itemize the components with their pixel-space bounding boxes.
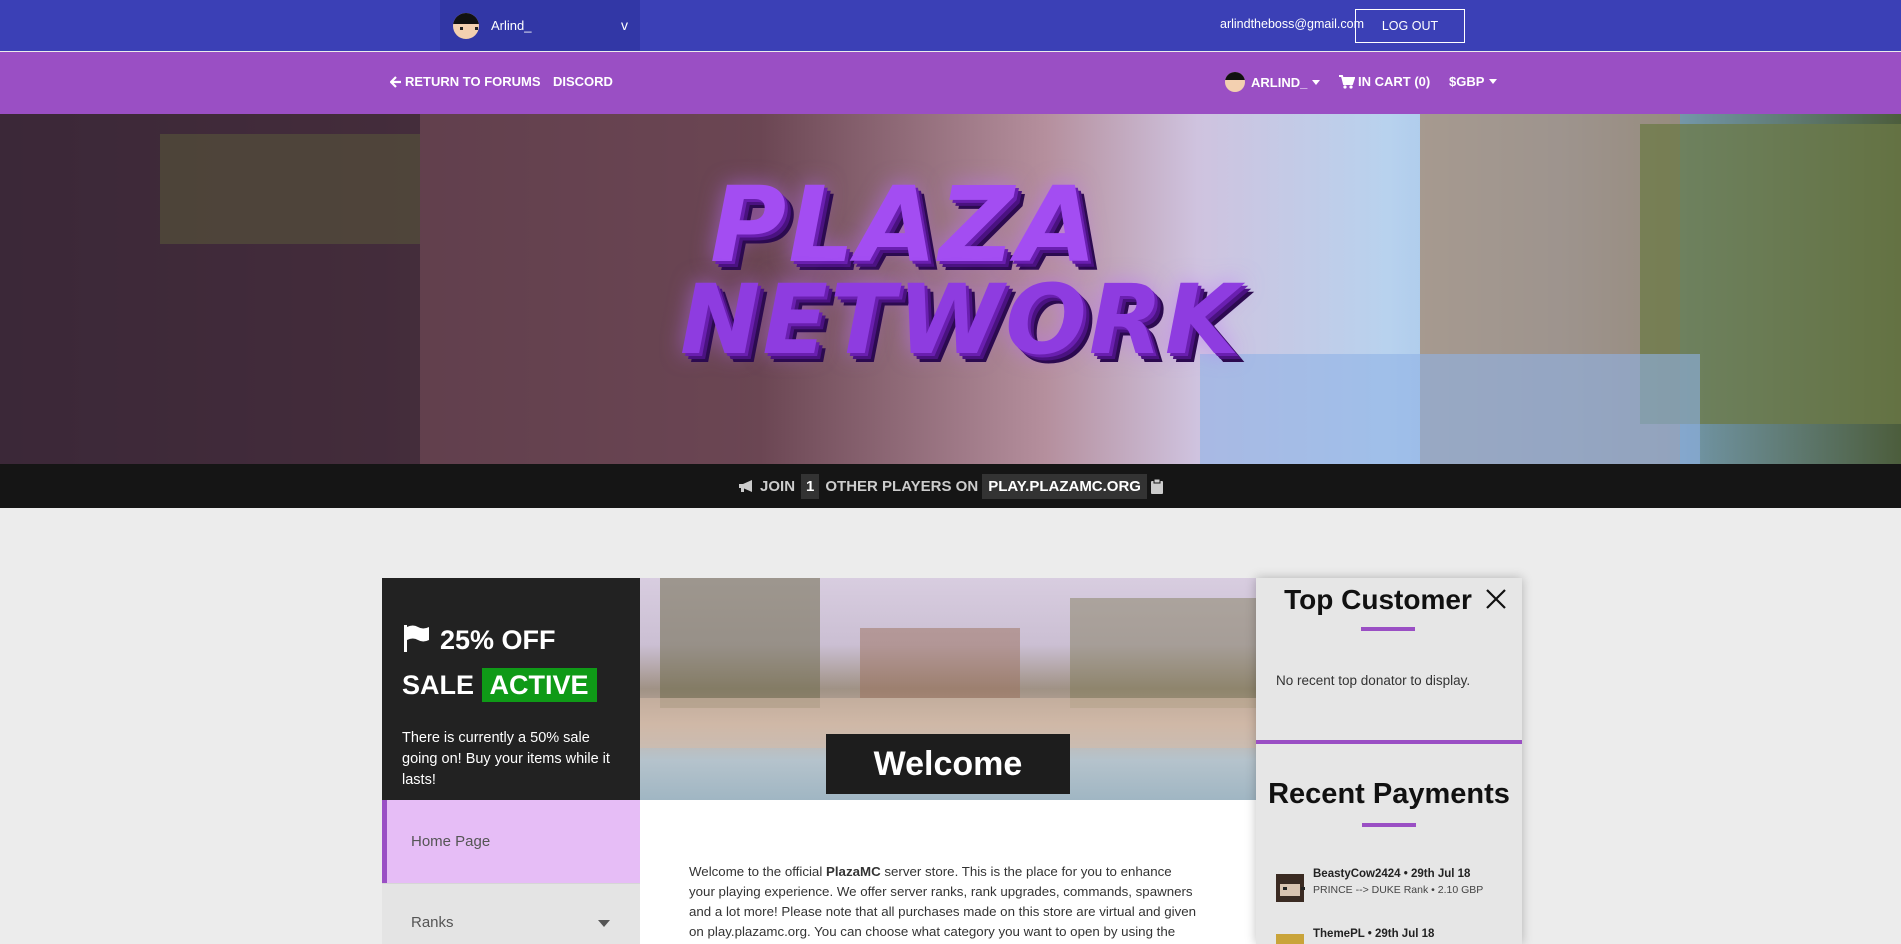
sale-discount: 25% OFF bbox=[440, 625, 556, 655]
account-label: ARLIND_ bbox=[1251, 74, 1308, 90]
arrow-left-icon bbox=[390, 75, 401, 88]
payment-header: BeastyCow2424 • 29th Jul 18 bbox=[1313, 868, 1471, 880]
title-underline bbox=[1361, 627, 1415, 631]
top-customer-title: Top Customer bbox=[1284, 584, 1472, 615]
sale-description: There is currently a 50% sale going on! … bbox=[402, 730, 610, 788]
sidebar-item-ranks[interactable]: Ranks bbox=[382, 883, 640, 944]
payment-row: BeastyCow2424 • 29th Jul 18 PRINCE --> D… bbox=[1276, 868, 1516, 908]
sale-panel: 25% OFF SALE ACTIVE There is currently a… bbox=[382, 578, 640, 800]
currency-label: GBP bbox=[1456, 74, 1485, 89]
sidebar-item-label: Home Page bbox=[411, 833, 491, 850]
player-count: 1 bbox=[801, 473, 820, 499]
payment-row: ThemePL • 29th Jul 18 bbox=[1276, 928, 1516, 944]
cart-link[interactable]: IN CART (0) bbox=[1339, 74, 1430, 89]
hero-water bbox=[1200, 354, 1700, 464]
hero-banner: PLAZA NETWORK bbox=[0, 114, 1901, 464]
banner-hill bbox=[860, 628, 1020, 698]
sidebar-item-home[interactable]: Home Page bbox=[382, 800, 640, 883]
join-server-bar: JOIN 1 OTHER PLAYERS ON PLAY.PLAZAMC.ORG bbox=[0, 464, 1901, 508]
chevron-down-icon: v bbox=[621, 17, 628, 33]
discord-link[interactable]: DISCORD bbox=[553, 74, 613, 89]
server-ip[interactable]: PLAY.PLAZAMC.ORG bbox=[982, 473, 1147, 499]
title-underline bbox=[1362, 823, 1416, 827]
return-to-forums-link[interactable]: RETURN TO FORUMS bbox=[390, 74, 541, 89]
sidebar-item-label: Ranks bbox=[411, 914, 454, 931]
caret-down-icon bbox=[1489, 79, 1498, 84]
join-middle-text: OTHER PLAYERS ON bbox=[825, 477, 979, 495]
category-sidebar: Home Page Ranks bbox=[382, 800, 640, 944]
user-email: arlindtheboss@gmail.com bbox=[1220, 17, 1365, 31]
discord-label: DISCORD bbox=[553, 74, 613, 89]
right-sidebar: Top Customer No recent top donator to di… bbox=[1256, 578, 1522, 944]
banner-trees-left bbox=[660, 578, 820, 708]
close-icon[interactable] bbox=[1484, 587, 1508, 611]
sale-title: 25% OFF SALE ACTIVE bbox=[402, 618, 597, 708]
welcome-heading: Welcome bbox=[826, 734, 1070, 794]
cart-label: IN CART (0) bbox=[1358, 74, 1431, 89]
banner-trees-right bbox=[1070, 598, 1256, 708]
hero-leaves-left bbox=[160, 134, 420, 244]
megaphone-icon bbox=[739, 480, 753, 492]
welcome-text: Welcome to the official PlazaMC server s… bbox=[689, 862, 1199, 944]
welcome-text-intro: Welcome to the official bbox=[689, 864, 826, 879]
dollar-icon: $ bbox=[1449, 74, 1457, 89]
top-bar: Arlind_ v arlindtheboss@gmail.com LOG OU… bbox=[0, 0, 1901, 51]
avatar bbox=[1225, 72, 1245, 92]
cart-icon bbox=[1339, 74, 1355, 89]
store-navbar: RETURN TO FORUMS DISCORD ARLIND_ IN CART… bbox=[0, 52, 1901, 114]
username-label: Arlind_ bbox=[491, 18, 532, 33]
logo-line-2: NETWORK bbox=[680, 264, 1242, 376]
top-customer-empty: No recent top donator to display. bbox=[1276, 673, 1471, 688]
caret-down-icon bbox=[1312, 79, 1321, 85]
clipboard-icon[interactable] bbox=[1150, 478, 1163, 494]
avatar bbox=[453, 12, 479, 39]
section-divider bbox=[1256, 740, 1522, 744]
avatar bbox=[1276, 934, 1304, 944]
recent-payments-title: Recent Payments bbox=[1268, 778, 1510, 810]
currency-selector[interactable]: $ GBP bbox=[1449, 74, 1498, 89]
payment-header: ThemePL • 29th Jul 18 bbox=[1313, 928, 1435, 940]
payment-detail: PRINCE --> DUKE Rank • 2.10 GBP bbox=[1313, 884, 1484, 896]
caret-down-icon bbox=[598, 920, 610, 927]
logout-button[interactable]: LOG OUT bbox=[1355, 9, 1465, 43]
return-to-forums-label: RETURN TO FORUMS bbox=[405, 74, 541, 89]
avatar bbox=[1276, 874, 1305, 902]
brand-name: PlazaMC bbox=[825, 864, 881, 879]
user-dropdown[interactable]: Arlind_ v bbox=[440, 0, 640, 51]
flag-icon bbox=[404, 625, 429, 652]
join-prefix: JOIN bbox=[760, 477, 796, 495]
plaza-network-logo: PLAZA NETWORK bbox=[680, 164, 1239, 384]
account-menu[interactable]: ARLIND_ bbox=[1225, 72, 1321, 92]
welcome-banner-image: Welcome bbox=[640, 578, 1256, 800]
sale-word: SALE bbox=[402, 670, 475, 700]
welcome-content: Welcome to the official PlazaMC server s… bbox=[640, 800, 1256, 944]
sale-status-badge: ACTIVE bbox=[481, 668, 597, 702]
